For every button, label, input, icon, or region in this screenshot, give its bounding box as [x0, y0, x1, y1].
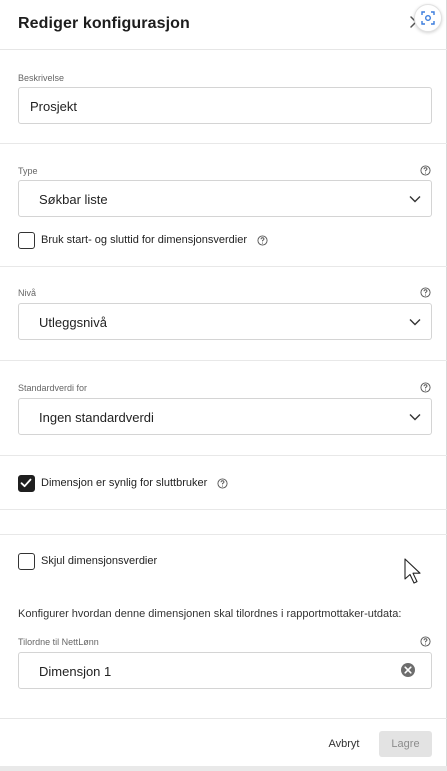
screenshot-icon — [421, 11, 435, 25]
help-icon[interactable] — [420, 165, 431, 176]
visible-checkbox-label: Dimensjon er synlig for sluttbruker — [41, 477, 208, 489]
help-icon[interactable] — [420, 382, 431, 393]
divider — [0, 266, 447, 267]
clear-icon[interactable] — [400, 662, 416, 678]
level-select[interactable]: Utleggsnivå — [18, 303, 432, 340]
level-value: Utleggsnivå — [39, 315, 107, 330]
type-value: Søkbar liste — [39, 192, 108, 207]
type-select[interactable]: Søkbar liste — [18, 180, 432, 217]
help-icon[interactable] — [420, 287, 431, 298]
dialog-footer: Avbryt Lagre — [0, 718, 447, 766]
divider — [0, 534, 447, 535]
default-value: Ingen standardverdi — [39, 410, 154, 425]
cancel-button[interactable]: Avbryt — [320, 732, 368, 756]
default-label: Standardverdi for — [18, 383, 88, 393]
start-end-checkbox-row: Bruk start- og sluttid for dimensjonsver… — [18, 231, 268, 249]
chevron-down-icon — [409, 414, 421, 421]
dialog-header: Rediger konfigurasjon — [0, 0, 447, 50]
mapping-value: Dimensjon 1 — [39, 664, 112, 679]
help-icon[interactable] — [217, 477, 228, 489]
mapping-info-text: Konfigurer hvordan denne dimensjonen ska… — [18, 608, 402, 620]
chevron-down-icon — [409, 319, 421, 326]
hide-values-checkbox-row: Skjul dimensjonsverdier — [18, 552, 157, 570]
chevron-down-icon — [409, 196, 421, 203]
divider — [0, 455, 447, 456]
mapping-select[interactable]: Dimensjon 1 — [18, 652, 432, 689]
hide-values-checkbox[interactable] — [18, 552, 35, 570]
hide-values-checkbox-label: Skjul dimensjonsverdier — [41, 555, 158, 567]
visible-checkbox[interactable] — [18, 474, 35, 492]
divider — [0, 360, 447, 361]
description-label: Beskrivelse — [18, 73, 65, 83]
description-value: Prosjekt — [30, 99, 77, 114]
description-input[interactable]: Prosjekt — [18, 87, 432, 124]
divider — [0, 509, 447, 510]
mapping-label: Tilordne til NettLønn — [18, 637, 99, 647]
start-end-checkbox[interactable] — [18, 231, 35, 249]
start-end-checkbox-label: Bruk start- og sluttid for dimensjonsver… — [41, 234, 248, 246]
checkmark-icon — [20, 478, 32, 487]
dialog-title: Rediger konfigurasjon — [18, 15, 190, 32]
default-select[interactable]: Ingen standardverdi — [18, 398, 432, 435]
mouse-cursor-icon — [404, 558, 421, 584]
save-button[interactable]: Lagre — [379, 731, 432, 757]
type-label: Type — [18, 166, 38, 176]
divider — [0, 143, 447, 144]
visible-checkbox-row: Dimensjon er synlig for sluttbruker — [18, 474, 228, 492]
level-label: Nivå — [18, 288, 37, 298]
help-icon[interactable] — [420, 636, 431, 647]
screenshot-button[interactable] — [414, 4, 442, 32]
help-icon[interactable] — [257, 234, 268, 246]
edit-configuration-dialog: Rediger konfigurasjon Beskrivelse Prosje… — [0, 0, 447, 766]
